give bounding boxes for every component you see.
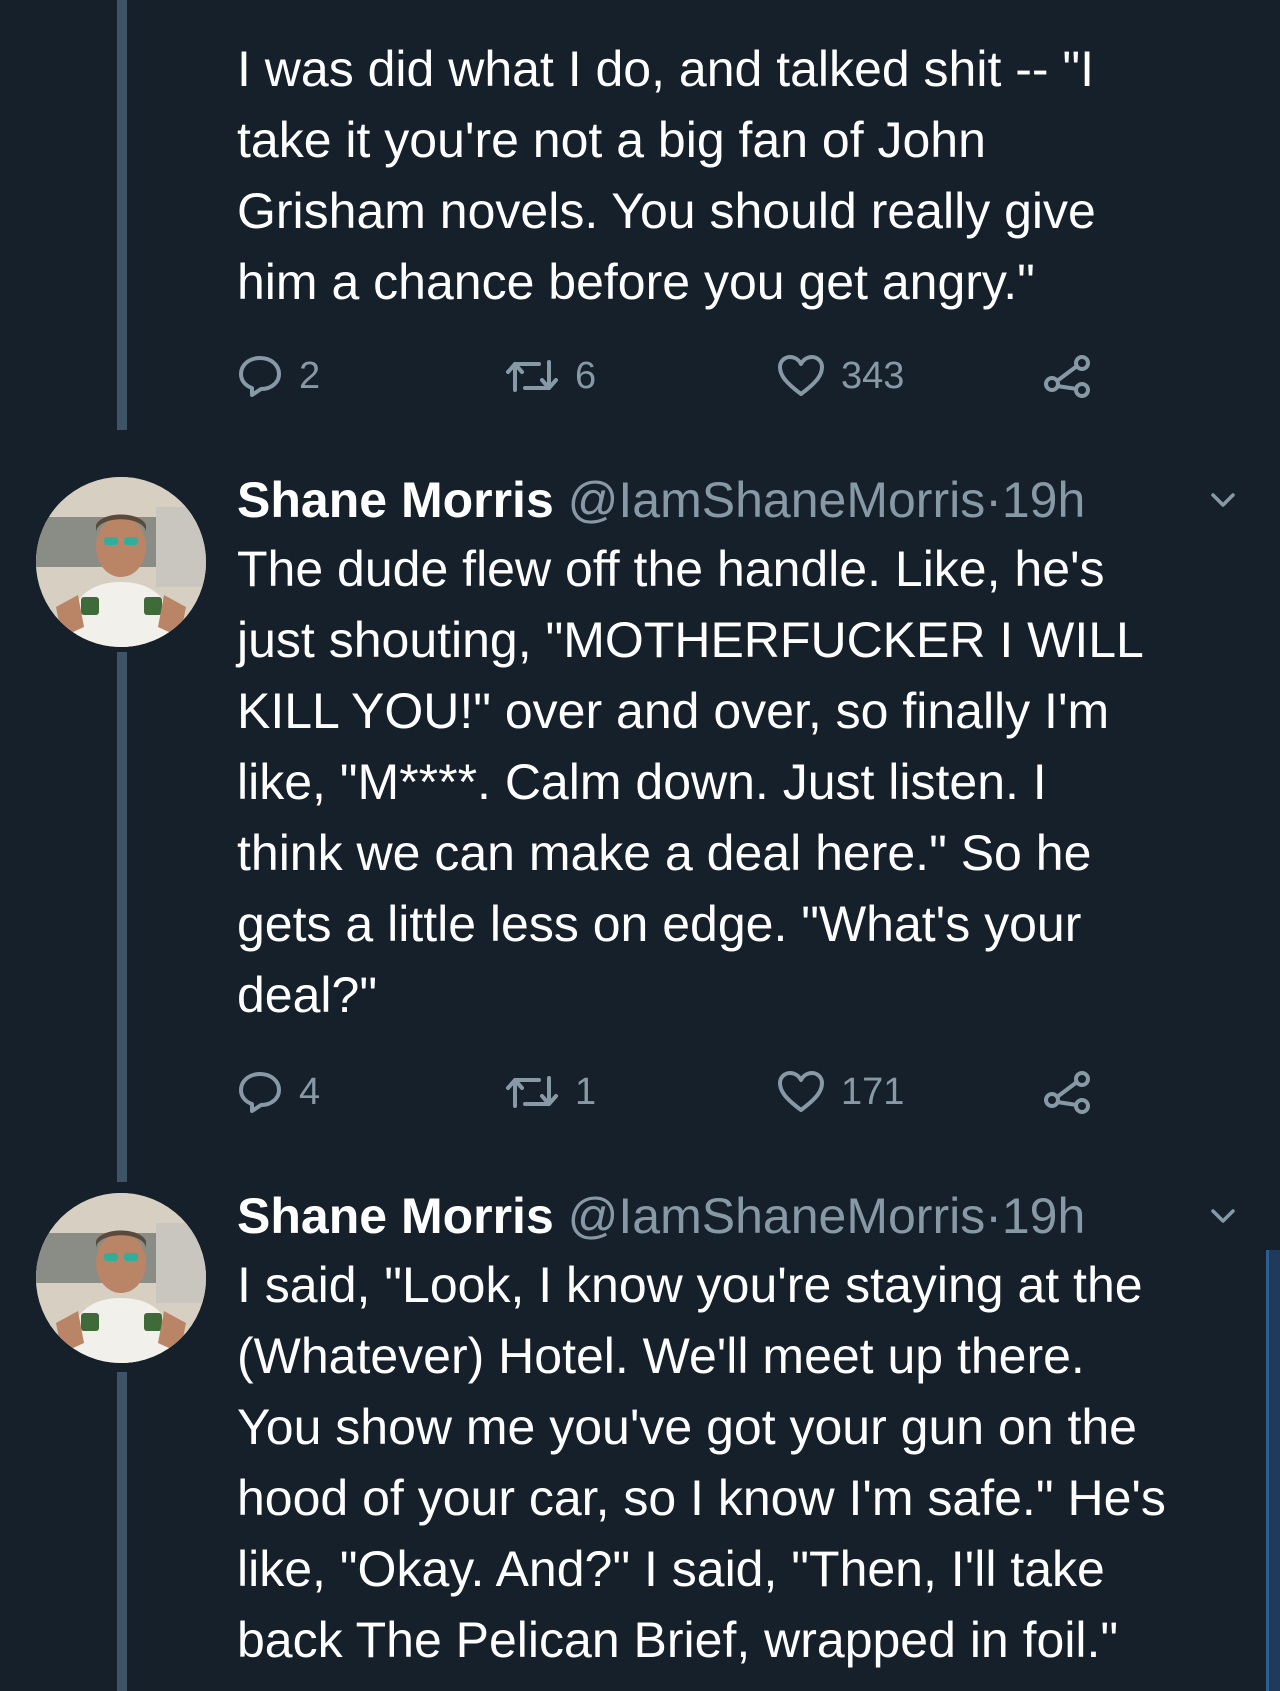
tweet-text: I said, "Look, I know you're staying at … [237,1257,1166,1668]
share-icon [1044,1071,1090,1114]
retweet-count: 6 [575,354,597,397]
reply-icon [239,1072,281,1113]
timestamp[interactable]: 19h [1002,472,1085,528]
separator: · [985,472,1002,528]
thread-line [117,1372,127,1691]
user-handle[interactable]: @IamShaneMorris [568,472,986,528]
thread-line [117,0,127,430]
tweet-actions: 2 6 343 [237,346,1137,406]
reply-count: 4 [299,1070,321,1113]
like-button[interactable]: 343 [777,346,904,406]
retweet-count: 1 [575,1070,597,1113]
chevron-down-icon[interactable] [1208,485,1238,515]
tweet-actions: 4 1 171 [237,1062,1137,1122]
retweet-icon [506,360,558,392]
display-name[interactable]: Shane Morris [237,1188,554,1244]
reply-button[interactable]: 2 [237,346,320,406]
reply-button[interactable]: 4 [237,1062,320,1122]
retweet-icon [506,1076,558,1108]
avatar-photo [36,1193,206,1363]
tweet-header: Shane Morris @IamShaneMorris·19h [237,470,1085,530]
retweet-button[interactable]: 6 [505,346,596,406]
user-handle[interactable]: @IamShaneMorris [568,1188,986,1244]
share-icon [1044,355,1090,398]
avatar[interactable] [36,1193,206,1363]
scrollbar[interactable] [1266,1250,1280,1691]
like-button[interactable]: 171 [777,1062,904,1122]
share-button[interactable] [1043,346,1091,406]
avatar-photo [36,477,206,647]
thread-line [117,652,127,1182]
heart-icon [778,355,824,396]
tweet-header: Shane Morris @IamShaneMorris·19h [237,1186,1085,1246]
separator: · [985,1188,1002,1244]
display-name[interactable]: Shane Morris [237,472,554,528]
avatar[interactable] [36,477,206,647]
tweet-text: The dude flew off the handle. Like, he's… [237,541,1144,1023]
like-count: 171 [841,1070,905,1113]
timestamp[interactable]: 19h [1002,1188,1085,1244]
reply-count: 2 [299,354,321,397]
heart-icon [778,1071,824,1112]
share-button[interactable] [1043,1062,1091,1122]
tweet-text: I was did what I do, and talked shit -- … [237,41,1096,310]
reply-icon [239,356,281,397]
retweet-button[interactable]: 1 [505,1062,596,1122]
like-count: 343 [841,354,905,397]
chevron-down-icon[interactable] [1208,1201,1238,1231]
